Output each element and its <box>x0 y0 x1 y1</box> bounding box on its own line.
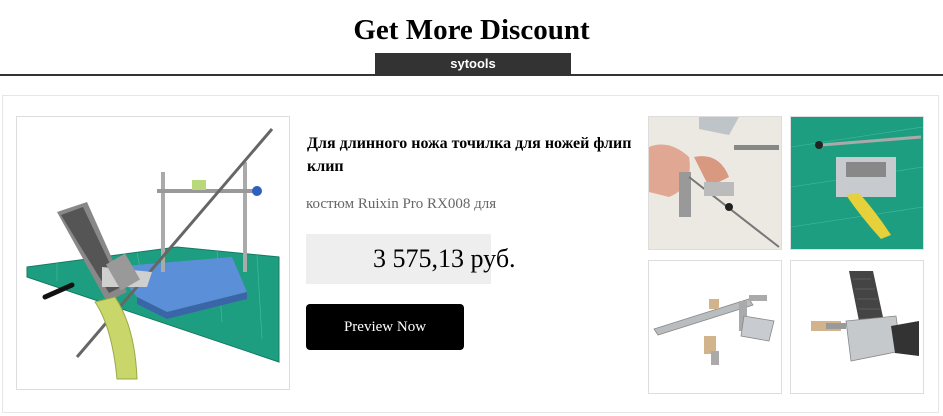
header: Get More Discount sytools <box>0 0 943 76</box>
product-thumbnail-1[interactable] <box>648 116 782 250</box>
product-main-image[interactable] <box>16 116 290 390</box>
product-price: 3 575,13 руб. <box>373 244 516 273</box>
product-thumbnail-3[interactable] <box>648 260 782 394</box>
store-tab[interactable]: sytools <box>375 53 571 75</box>
product-subtitle: костюм Ruixin Pro RX008 для <box>306 196 497 212</box>
product-title[interactable]: Для длинного ножа точилка для ножей флип… <box>307 132 637 178</box>
page-title: Get More Discount <box>353 14 590 46</box>
preview-now-button[interactable]: Preview Now <box>306 304 464 350</box>
product-thumbnail-4[interactable] <box>790 260 924 394</box>
product-thumbnail-2[interactable] <box>790 116 924 250</box>
